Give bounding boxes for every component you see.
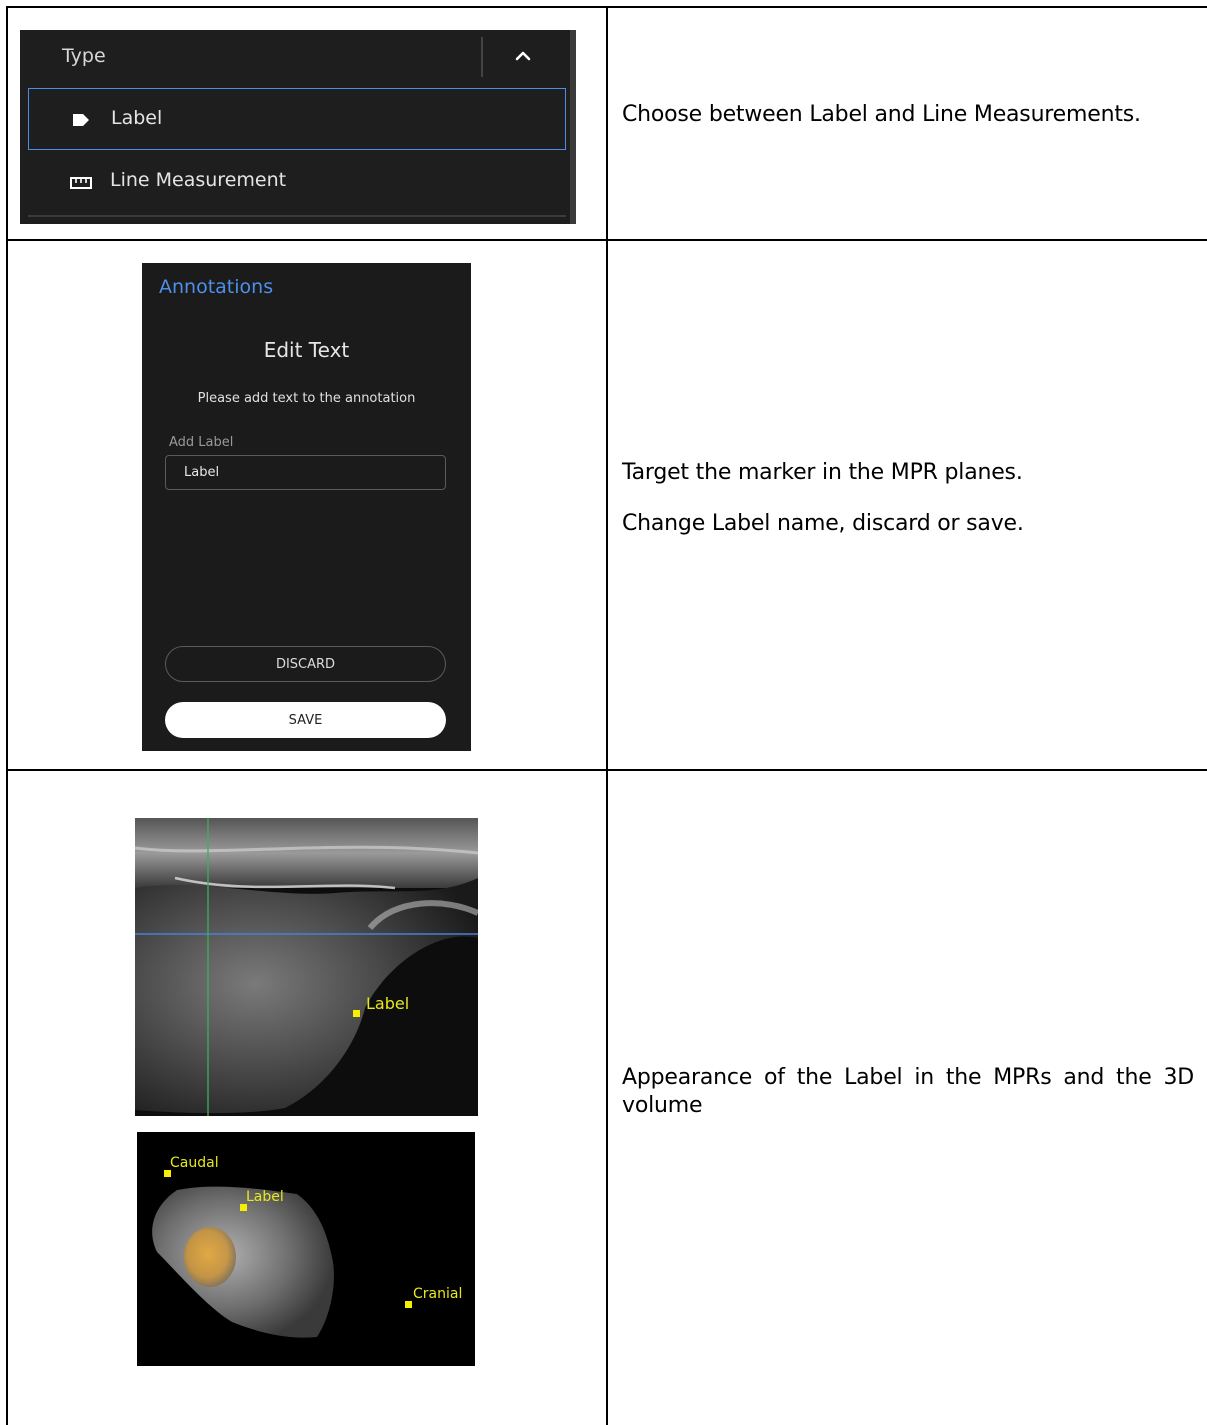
- description-line-1: Target the marker in the MPR planes.: [622, 460, 1023, 485]
- ultrasound-scan-graphic: [135, 818, 478, 1116]
- table-border-left: [6, 6, 8, 1425]
- label-marker[interactable]: [353, 1010, 360, 1017]
- table-row-divider-1: [6, 239, 1207, 241]
- chevron-up-icon[interactable]: [512, 48, 534, 64]
- cranial-label: Cranial: [413, 1286, 463, 1302]
- save-button[interactable]: SAVE: [165, 702, 446, 738]
- volume-label-text: Label: [246, 1189, 284, 1205]
- description-text: Choose between Label and Line Measuremen…: [622, 102, 1141, 127]
- cranial-marker[interactable]: [405, 1301, 412, 1308]
- option-label-text: Label: [111, 107, 163, 129]
- option-label[interactable]: Label: [28, 88, 566, 150]
- option-line-measurement-text: Line Measurement: [110, 169, 287, 191]
- annotations-title[interactable]: Annotations: [159, 276, 273, 298]
- caudal-label: Caudal: [170, 1155, 219, 1171]
- type-dropdown[interactable]: Type Label Line Measurement: [20, 30, 576, 224]
- type-dropdown-title: Type: [62, 45, 106, 67]
- caudal-marker[interactable]: [164, 1170, 171, 1177]
- description-line-2: Change Label name, discard or save.: [622, 511, 1024, 536]
- option-line-measurement[interactable]: Line Measurement: [28, 151, 566, 213]
- edit-text-heading: Edit Text: [263, 338, 350, 362]
- volume-3d-image: Caudal Label Cranial: [137, 1132, 475, 1366]
- description-text: Appearance of the Label in the MPRs and …: [622, 1065, 1194, 1118]
- row1-description: Choose between Label and Line Measuremen…: [622, 101, 1194, 152]
- label-name-input[interactable]: [165, 455, 446, 490]
- row2-description: Target the marker in the MPR planes. Cha…: [622, 459, 1194, 561]
- annotations-panel: Annotations Edit Text Please add text to…: [142, 263, 471, 751]
- type-dropdown-header[interactable]: Type: [20, 30, 576, 86]
- mpr-label-text: Label: [366, 994, 410, 1013]
- row3-description: Appearance of the Label in the MPRs and …: [622, 1064, 1194, 1143]
- label-marker-3d[interactable]: [240, 1204, 247, 1211]
- add-label-caption: Add Label: [169, 435, 234, 450]
- mpr-ultrasound-image: Label: [135, 818, 478, 1116]
- discard-button[interactable]: DISCARD: [165, 646, 446, 682]
- table-column-divider: [606, 6, 608, 1425]
- ruler-icon: [70, 177, 92, 189]
- table-row-divider-2: [6, 769, 1207, 771]
- annotation-message: Please add text to the annotation: [197, 391, 416, 406]
- dropdown-bottom-divider: [28, 215, 566, 217]
- header-divider: [481, 37, 483, 77]
- scrollbar[interactable]: [570, 30, 576, 224]
- tag-icon: [73, 114, 89, 126]
